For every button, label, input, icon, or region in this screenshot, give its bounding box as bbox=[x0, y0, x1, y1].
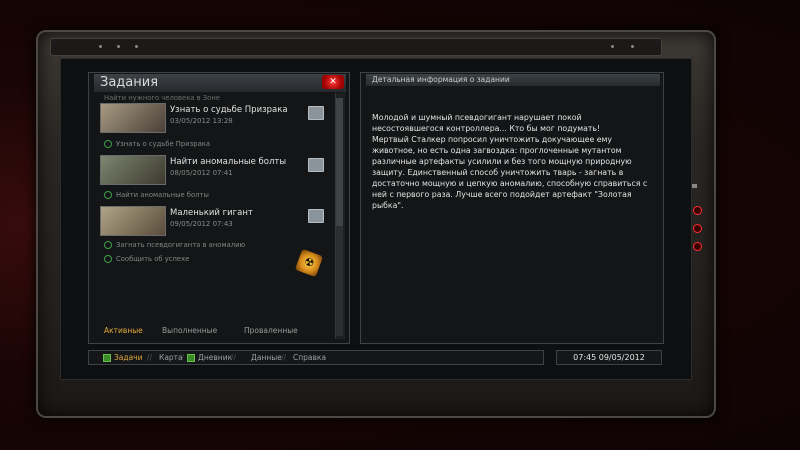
task-name: Найти аномальные болты bbox=[170, 157, 287, 167]
task-date: 09/05/2012 07:43 bbox=[170, 220, 233, 228]
subtask-item[interactable]: Сообщить об успехе bbox=[104, 255, 189, 263]
task-date: 03/05/2012 13:28 bbox=[170, 117, 233, 125]
side-switch-icon bbox=[692, 184, 697, 188]
status-ring-icon bbox=[104, 140, 112, 148]
tasks-panel-title: Задания bbox=[94, 74, 346, 92]
separator: // bbox=[281, 353, 287, 362]
map-icon[interactable] bbox=[308, 158, 324, 172]
task-date: 08/05/2012 07:41 bbox=[170, 169, 233, 177]
task-thumbnail bbox=[100, 155, 166, 185]
side-led-panel bbox=[690, 190, 704, 251]
screw-icon bbox=[631, 45, 634, 48]
check-icon bbox=[187, 354, 195, 362]
map-icon[interactable] bbox=[308, 106, 324, 120]
task-name: Узнать о судьбе Призрака bbox=[170, 105, 288, 115]
subtask-item[interactable]: Загнать псевдогиганта в аномалию bbox=[104, 241, 245, 249]
subtask-item[interactable]: Узнать о судьбе Призрака bbox=[104, 140, 210, 148]
nav-data[interactable]: Данные bbox=[251, 351, 282, 364]
task-name: Маленький гигант bbox=[170, 208, 253, 218]
subtask-item[interactable]: Найти аномальные болты bbox=[104, 191, 209, 199]
cutoff-list-item[interactable]: Найти нужного человека в Зоне bbox=[104, 94, 220, 102]
separator: // bbox=[147, 353, 153, 362]
task-detail-text: Молодой и шумный псевдогигант нарушает п… bbox=[372, 113, 648, 210]
led-icon bbox=[693, 242, 702, 251]
led-icon bbox=[693, 206, 702, 215]
led-icon bbox=[693, 224, 702, 233]
pda-nav-bar: Задачи // Карта // Дневник // Данные // … bbox=[88, 350, 544, 365]
screw-icon bbox=[611, 45, 614, 48]
nav-reference[interactable]: Справка bbox=[293, 351, 326, 364]
scrollbar-thumb[interactable] bbox=[336, 98, 343, 226]
nav-diary[interactable]: Дневник bbox=[187, 351, 232, 364]
screw-icon bbox=[135, 45, 138, 48]
close-icon[interactable]: ✕ bbox=[322, 75, 344, 89]
check-icon bbox=[103, 354, 111, 362]
task-tabs: Активные Выполненные Проваленные bbox=[96, 326, 326, 338]
task-detail-title: Детальная информация о задании bbox=[366, 74, 660, 86]
tab-failed[interactable]: Проваленные bbox=[244, 326, 298, 335]
task-thumbnail bbox=[100, 103, 166, 133]
status-ring-icon bbox=[104, 241, 112, 249]
screw-icon bbox=[99, 45, 102, 48]
map-icon[interactable] bbox=[308, 209, 324, 223]
separator: // bbox=[179, 353, 185, 362]
separator: // bbox=[231, 353, 237, 362]
status-ring-icon bbox=[104, 255, 112, 263]
tab-active[interactable]: Активные bbox=[104, 326, 143, 335]
clock-display: 07:45 09/05/2012 bbox=[556, 350, 662, 365]
screw-icon bbox=[117, 45, 120, 48]
nav-tasks[interactable]: Задачи bbox=[103, 351, 143, 364]
scrollbar-track-lower bbox=[336, 226, 343, 336]
tab-completed[interactable]: Выполненные bbox=[162, 326, 217, 335]
status-ring-icon bbox=[104, 191, 112, 199]
task-thumbnail bbox=[100, 206, 166, 236]
pda-top-bar bbox=[50, 38, 662, 56]
